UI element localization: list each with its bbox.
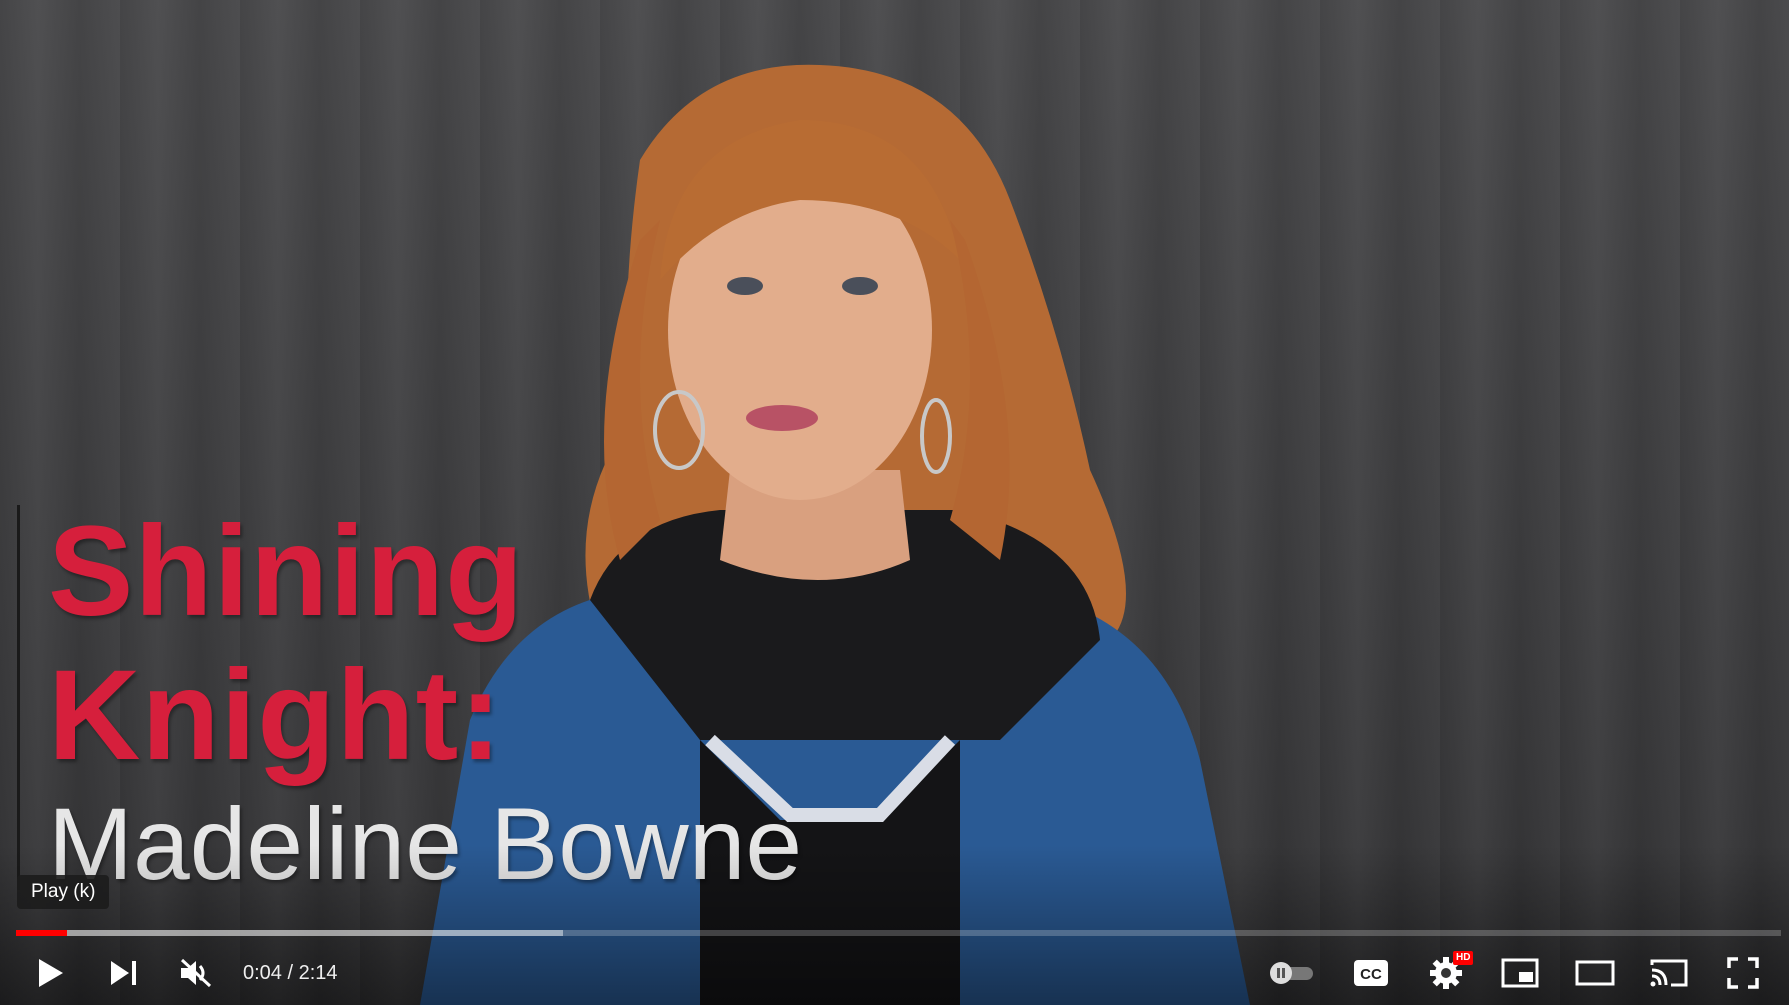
play-button[interactable] <box>20 945 80 1001</box>
play-tooltip: Play (k) <box>17 875 110 909</box>
svg-text:CC: CC <box>1360 966 1382 983</box>
miniplayer-icon <box>1501 958 1539 988</box>
progress-played <box>16 930 68 936</box>
cc-icon: CC <box>1354 960 1388 986</box>
title-line-2: Knight: <box>48 644 503 787</box>
settings-button[interactable]: HD <box>1416 945 1476 1001</box>
progress-buffered <box>16 930 564 936</box>
captions-button[interactable]: CC <box>1341 945 1401 1001</box>
video-title-overlay: Shining Knight: <box>48 500 668 788</box>
player-controls: 0:04 / 2:14 CC HD <box>0 945 1789 1001</box>
cast-button[interactable] <box>1639 945 1699 1001</box>
progress-bar[interactable] <box>16 930 1781 936</box>
theater-mode-icon <box>1575 960 1615 986</box>
play-icon <box>39 959 63 987</box>
autoplay-toggle[interactable] <box>1262 945 1322 1001</box>
theater-mode-button[interactable] <box>1565 945 1625 1001</box>
cast-icon <box>1650 959 1688 987</box>
title-line-1: Shining <box>48 500 525 643</box>
time-display: 0:04 / 2:14 <box>243 962 338 984</box>
mute-button[interactable] <box>166 945 226 1001</box>
autoplay-toggle-icon <box>1270 962 1313 984</box>
volume-muted-icon <box>180 958 212 988</box>
fullscreen-button[interactable] <box>1713 945 1773 1001</box>
next-icon <box>111 961 136 985</box>
video-frame[interactable]: Shining Knight: Madeline Bowne <box>0 0 1789 1005</box>
title-divider <box>17 505 20 890</box>
next-button[interactable] <box>94 945 154 1001</box>
fullscreen-icon <box>1727 957 1759 989</box>
miniplayer-button[interactable] <box>1490 945 1550 1001</box>
hd-badge: HD <box>1453 951 1474 965</box>
